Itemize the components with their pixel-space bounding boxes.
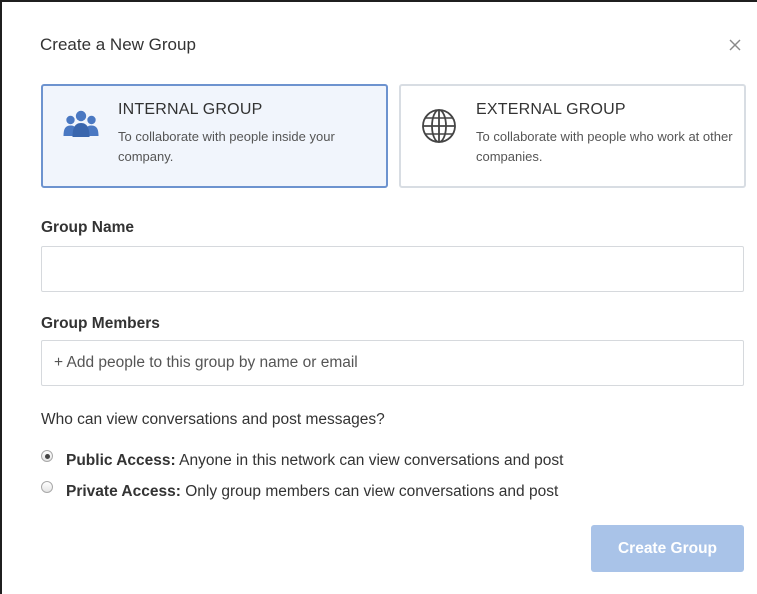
internal-group-option[interactable]: INTERNAL GROUP To collaborate with peopl…	[41, 84, 388, 188]
public-access-title: Public Access:	[66, 452, 176, 469]
create-group-dialog: Create a New Group INTERNAL GROUP To col…	[0, 0, 757, 594]
private-access-title: Private Access:	[66, 483, 181, 500]
external-group-description: To collaborate with people who work at o…	[476, 129, 733, 164]
people-icon	[63, 110, 99, 137]
group-name-input[interactable]	[41, 246, 744, 292]
close-icon	[729, 39, 741, 51]
internal-group-title: INTERNAL GROUP	[118, 101, 263, 118]
group-members-label: Group Members	[41, 315, 160, 332]
close-button[interactable]	[726, 36, 744, 54]
external-group-option[interactable]: EXTERNAL GROUP To collaborate with peopl…	[399, 84, 746, 188]
group-members-input[interactable]	[41, 340, 744, 386]
dialog-title: Create a New Group	[40, 35, 196, 54]
external-group-title: EXTERNAL GROUP	[476, 101, 626, 118]
create-group-button[interactable]: Create Group	[591, 525, 744, 572]
internal-group-description: To collaborate with people inside your c…	[118, 129, 335, 164]
private-access-description: Only group members can view conversation…	[185, 483, 559, 500]
public-access-radio[interactable]	[41, 450, 53, 462]
private-access-radio[interactable]	[41, 481, 53, 493]
group-name-label: Group Name	[41, 219, 135, 236]
globe-icon	[422, 109, 456, 143]
public-access-description: Anyone in this network can view conversa…	[179, 452, 564, 469]
access-question: Who can view conversations and post mess…	[41, 411, 385, 428]
